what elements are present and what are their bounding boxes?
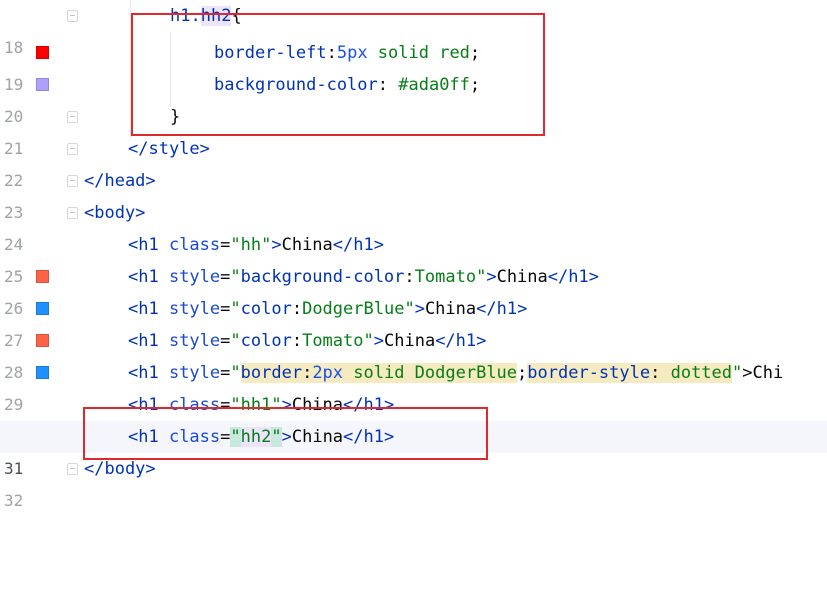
- css-value: Tomato: [302, 331, 364, 351]
- colon: :: [291, 299, 303, 319]
- html-tag-end: </h1>: [332, 235, 384, 255]
- text-content: China: [281, 235, 333, 255]
- css-property: color: [240, 331, 292, 351]
- attribute-value: "hh": [230, 235, 272, 255]
- equals: =: [220, 299, 231, 319]
- line-code: </head>: [84, 165, 156, 197]
- code-line-23[interactable]: 23 </head>: [0, 165, 827, 222]
- quote: ": [230, 267, 241, 287]
- text-content: China: [424, 299, 477, 319]
- equals: =: [220, 235, 231, 255]
- fold-marker-icon[interactable]: [67, 463, 78, 475]
- html-tag: </style>: [128, 139, 210, 159]
- html-tag-open: <h1: [128, 331, 169, 351]
- equals: =: [220, 267, 231, 287]
- attribute-name: style: [168, 331, 221, 351]
- html-tag-open: <h1: [128, 363, 169, 383]
- color-swatch-icon[interactable]: [36, 366, 49, 379]
- color-swatch-icon[interactable]: [36, 302, 49, 315]
- html-tag-open: <h1: [128, 235, 169, 255]
- quote: ": [230, 331, 241, 351]
- code-line-24[interactable]: 24 <body>: [0, 197, 827, 254]
- html-tag-end: </h1>: [547, 267, 599, 287]
- code-line-29[interactable]: 29 <h1 style="border:2px solid DodgerBlu…: [0, 357, 827, 414]
- equals: =: [220, 331, 231, 351]
- colon: :: [291, 331, 303, 351]
- fold-marker-icon[interactable]: [67, 10, 78, 22]
- css-value: solid DodgerBlue: [343, 363, 518, 383]
- semicolon: ;: [517, 363, 528, 383]
- tag-close: >: [271, 235, 282, 255]
- html-tag-end: </h1>: [476, 299, 528, 319]
- text-content: China: [384, 331, 436, 351]
- quote: ": [230, 299, 241, 319]
- colon: :: [302, 363, 313, 383]
- attribute-name: style: [168, 299, 221, 319]
- code-line-28[interactable]: 28 <h1 style="color:Tomato">China</h1>: [0, 325, 827, 382]
- line-code: <h1 style="color:DodgerBlue">China</h1>: [128, 293, 527, 325]
- line-code: </style>: [128, 133, 210, 165]
- code-line-26[interactable]: 26 <h1 style="background-color:Tomato">C…: [0, 261, 827, 318]
- css-number: 2px: [312, 363, 344, 383]
- line-tail-clipped: >Chi: [742, 363, 784, 383]
- annotation-box-h1-hh2: [83, 407, 488, 460]
- line-code: <h1 style="background-color:Tomato">Chin…: [128, 261, 599, 293]
- equals: =: [220, 363, 231, 383]
- html-tag-open: <h1: [128, 267, 169, 287]
- line-code: <h1 class="hh">China</h1>: [128, 229, 384, 261]
- fold-marker-icon[interactable]: [67, 143, 78, 155]
- text-content: China: [496, 267, 548, 287]
- html-tag: </head>: [84, 171, 156, 191]
- css-value: dotted: [670, 363, 733, 383]
- attribute-name: style: [168, 267, 221, 287]
- css-value: DodgerBlue: [302, 299, 405, 319]
- css-value: Tomato: [414, 267, 477, 287]
- quote: ": [732, 363, 743, 383]
- line-number: 32: [4, 491, 24, 510]
- line-code: <h1 style="border:2px solid DodgerBlue;b…: [128, 357, 783, 389]
- css-property: border: [240, 363, 303, 383]
- css-property: background-color: [240, 267, 405, 287]
- css-property: border-style: [527, 363, 651, 383]
- fold-marker-icon[interactable]: [67, 175, 78, 187]
- color-swatch-icon[interactable]: [36, 270, 49, 283]
- annotation-box-css-rule: [131, 13, 545, 136]
- attribute-name: style: [168, 363, 221, 383]
- color-swatch-icon[interactable]: [36, 78, 49, 91]
- colon: :: [404, 267, 415, 287]
- code-line-27[interactable]: 27 <h1 style="color:DodgerBlue">China</h…: [0, 293, 827, 350]
- fold-marker-icon[interactable]: [67, 111, 78, 123]
- quote: ": [404, 299, 415, 319]
- color-swatch-icon[interactable]: [36, 334, 49, 347]
- html-tag-end: </h1>: [435, 331, 487, 351]
- line-code: <h1 style="color:Tomato">China</h1>: [128, 325, 486, 357]
- fold-marker-icon[interactable]: [67, 207, 78, 219]
- tag-close: >: [414, 299, 425, 319]
- quote: ": [476, 267, 487, 287]
- tag-close: >: [373, 331, 384, 351]
- colon: :: [650, 363, 671, 383]
- code-line-22[interactable]: 22 </style>: [0, 133, 827, 190]
- quote: ": [230, 363, 241, 383]
- quote: ": [363, 331, 374, 351]
- html-tag-open: <h1: [128, 299, 169, 319]
- html-tag: </body>: [84, 459, 156, 479]
- code-line-25[interactable]: 25 <h1 class="hh">China</h1>: [0, 229, 827, 286]
- css-property: color: [240, 299, 292, 319]
- color-swatch-icon[interactable]: [36, 46, 49, 59]
- attribute-name: class: [168, 235, 221, 255]
- html-tag: <body>: [84, 203, 146, 223]
- tag-close: >: [486, 267, 497, 287]
- line-code: <body>: [84, 197, 145, 229]
- code-editor[interactable]: 18 h1.hh2{ 19 border-left:5px solid red;…: [0, 0, 827, 510]
